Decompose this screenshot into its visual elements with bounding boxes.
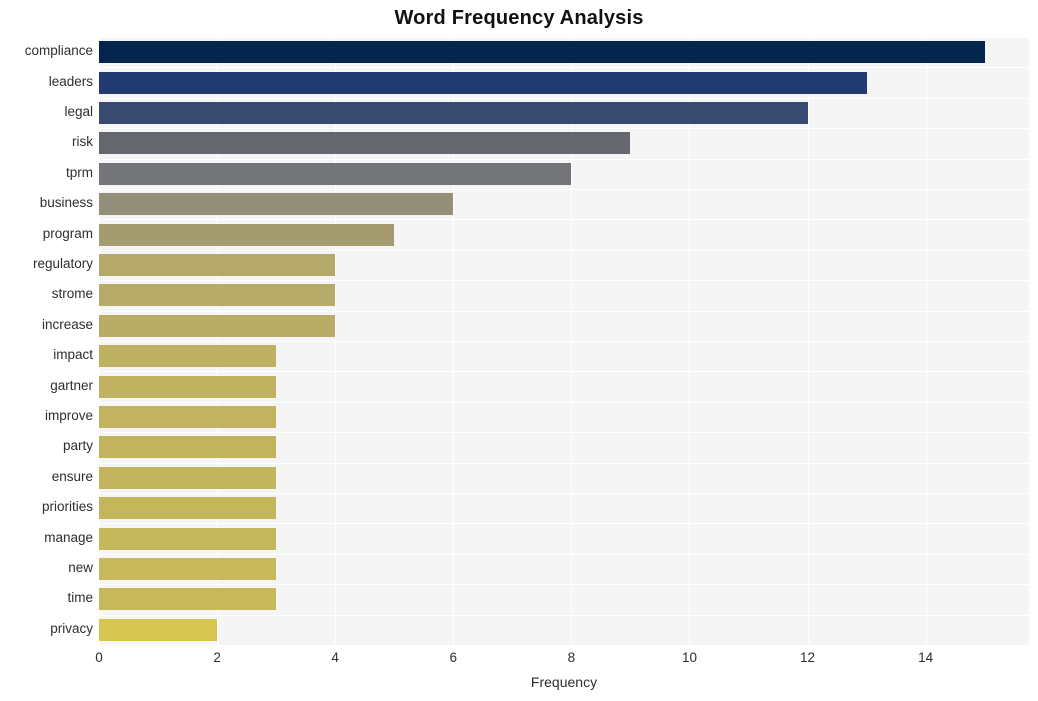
y-axis-tick-label: business: [39, 195, 93, 211]
y-axis-tick-label: leaders: [48, 73, 93, 89]
bar: [99, 102, 808, 124]
gridline-horizontal: [99, 645, 1029, 646]
y-axis-tick-label: ensure: [51, 468, 93, 484]
chart-figure: Word Frequency Analysis compliance leader…: [0, 0, 1038, 701]
bar: [99, 162, 572, 185]
gridline-horizontal: [99, 523, 1029, 525]
gridline-horizontal: [99, 67, 1029, 69]
bar: [99, 406, 277, 428]
gridline-horizontal: [99, 310, 1029, 312]
bar: [99, 41, 985, 64]
bar: [99, 618, 218, 641]
y-axis-tick-label: manage: [44, 529, 93, 545]
y-axis-tick-label: improve: [44, 408, 93, 423]
gridline-horizontal: [99, 341, 1029, 342]
y-axis-tick-label: time: [67, 590, 93, 606]
x-axis-tick-label: 2: [213, 650, 221, 665]
gridline-horizontal: [99, 432, 1029, 434]
gridline-horizontal: [99, 462, 1029, 464]
chart-title: Word Frequency Analysis: [394, 7, 644, 29]
bar: [99, 527, 277, 550]
gridline-horizontal: [99, 371, 1029, 373]
bar: [99, 71, 867, 94]
y-axis-tick-label: legal: [64, 104, 93, 119]
bar: [99, 314, 336, 337]
y-axis-tick-label: priorities: [41, 499, 93, 515]
bar: [99, 558, 277, 580]
bar: [99, 193, 454, 216]
bar: [99, 223, 395, 246]
y-axis-tick-label: risk: [72, 134, 93, 150]
bar: [99, 345, 277, 368]
y-axis-tick-label: strome: [51, 286, 93, 302]
x-axis-tick-label: 14: [918, 650, 934, 665]
y-axis-tick-label: privacy: [50, 620, 93, 636]
gridline-horizontal: [99, 37, 1029, 38]
y-axis-tick-label: compliance: [24, 43, 93, 59]
gridline-horizontal: [99, 189, 1029, 190]
gridline-horizontal: [99, 553, 1029, 555]
x-axis-tick-labels: 0 2 4 6 8 10 12 14: [0, 650, 1038, 672]
gridline-horizontal: [99, 219, 1029, 221]
bar: [99, 588, 277, 611]
y-axis-tick-label: regulatory: [32, 256, 93, 271]
bar: [99, 466, 277, 489]
x-axis-tick-label: 12: [800, 650, 816, 665]
bar: [99, 132, 631, 155]
bar: [99, 497, 277, 520]
y-axis-tick-label: new: [68, 560, 93, 575]
x-axis-title: Frequency: [530, 674, 598, 690]
bar: [99, 436, 277, 459]
gridline-horizontal: [99, 493, 1029, 494]
bar: [99, 254, 336, 276]
x-axis-tick-label: 0: [95, 650, 103, 665]
y-axis-tick-label: increase: [41, 316, 93, 332]
bar: [99, 375, 277, 398]
plot-area: [99, 37, 1029, 646]
y-axis-tick-label: gartner: [50, 377, 93, 393]
y-axis-tick-label: program: [42, 225, 93, 241]
gridline-horizontal: [99, 584, 1029, 586]
x-axis-tick-label: 10: [681, 650, 697, 665]
x-axis-tick-label: 4: [331, 650, 339, 665]
x-axis-tick-label: 6: [449, 650, 458, 665]
gridline-horizontal: [99, 280, 1029, 282]
x-axis-tick-label: 8: [567, 650, 576, 665]
bar: [99, 284, 336, 307]
y-axis-tick-label: impact: [53, 347, 93, 363]
y-axis-tick-label: party: [62, 438, 93, 454]
gridline-horizontal: [99, 401, 1029, 403]
y-axis-tick-label: tprm: [66, 164, 93, 180]
gridline-horizontal: [99, 97, 1029, 99]
gridline-horizontal: [99, 158, 1029, 160]
gridline-horizontal: [99, 249, 1029, 251]
gridline-horizontal: [99, 614, 1029, 616]
y-axis-tick-labels: compliance leaders legal risk tprm business pr…: [0, 37, 93, 645]
gridline-horizontal: [99, 128, 1029, 130]
